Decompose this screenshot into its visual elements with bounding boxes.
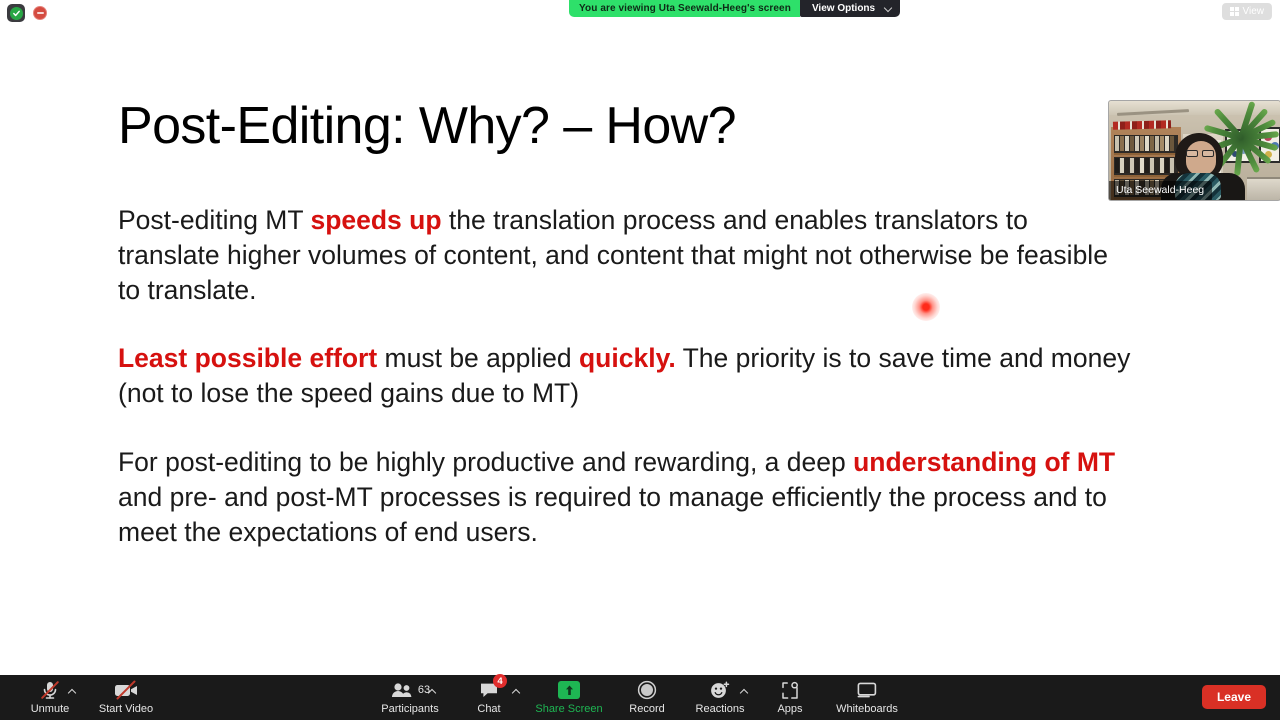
paragraph-2-text-middle: must be applied xyxy=(377,343,579,374)
reactions-chevron-up-icon[interactable] xyxy=(740,687,749,696)
chat-label: Chat xyxy=(477,703,501,715)
zoom-meeting-window: Post-Editing: Why? – How? Post-editing M… xyxy=(0,0,1280,720)
screen-share-banner: You are viewing Uta Seewald-Heeg's scree… xyxy=(569,0,901,17)
paragraph-1-text-before: Post-editing MT xyxy=(118,205,311,235)
laser-pointer-dot-icon xyxy=(912,293,940,321)
chat-unread-badge: 4 xyxy=(493,674,507,688)
shared-screen-slide: Post-Editing: Why? – How? Post-editing M… xyxy=(0,0,1280,675)
paragraph-3-text-after: and pre- and post-MT processes is requir… xyxy=(118,481,1107,547)
page-title: Post-Editing: Why? – How? xyxy=(118,97,737,155)
smiley-reaction-icon xyxy=(709,679,731,701)
chat-button[interactable]: 4 Chat xyxy=(453,674,525,720)
share-screen-up-arrow-icon xyxy=(558,679,580,701)
slide-paragraph-3: For post-editing to be highly productive… xyxy=(118,445,1132,549)
toolbar-left-group: Unmute Start Video xyxy=(12,675,164,720)
record-label: Record xyxy=(629,703,665,715)
record-button[interactable]: Record xyxy=(613,675,681,720)
apps-icon xyxy=(780,679,800,701)
leave-button[interactable]: Leave xyxy=(1201,685,1266,709)
video-camera-off-icon xyxy=(113,679,139,701)
microphone-muted-icon xyxy=(40,679,60,701)
apps-button[interactable]: Apps xyxy=(759,675,821,720)
paragraph-2-highlight-1: Least possible effort xyxy=(118,343,378,374)
meeting-status-icons xyxy=(0,0,120,26)
view-options-label: View Options xyxy=(811,3,876,14)
participant-name-label: Uta Seewald-Heeg xyxy=(1109,181,1213,200)
whiteboard-icon xyxy=(856,679,878,701)
view-options-button[interactable]: View Options xyxy=(799,0,901,17)
start-video-label: Start Video xyxy=(98,703,154,715)
share-screen-label: Share Screen xyxy=(535,703,603,715)
slide-paragraph-2: Least possible effort must be applied qu… xyxy=(118,341,1132,411)
grid-layout-icon xyxy=(1229,7,1239,16)
apps-label: Apps xyxy=(777,703,803,715)
whiteboards-label: Whiteboards xyxy=(836,703,898,715)
chevron-down-icon xyxy=(885,5,892,12)
reactions-button[interactable]: Reactions xyxy=(681,675,759,720)
recording-indicator-icon[interactable] xyxy=(33,6,47,20)
start-video-button[interactable]: Start Video xyxy=(88,675,164,720)
meeting-toolbar: Unmute Start Video 63 Participants 4 Cha… xyxy=(0,674,1280,720)
participants-chevron-up-icon[interactable] xyxy=(428,687,437,696)
reactions-label: Reactions xyxy=(695,703,745,715)
paragraph-3-highlight: understanding of MT xyxy=(853,446,1116,477)
paragraph-3-text-before: For post-editing to be highly productive… xyxy=(118,446,854,477)
participants-label: Participants xyxy=(381,703,439,715)
paragraph-2-highlight-2: quickly. xyxy=(579,343,676,374)
chat-chevron-up-icon[interactable] xyxy=(512,687,521,696)
chat-bubble-icon: 4 xyxy=(479,674,507,701)
slide-paragraph-1: Post-editing MT speeds up the translatio… xyxy=(118,203,1132,307)
whiteboards-button[interactable]: Whiteboards xyxy=(821,675,913,720)
viewing-banner-label: You are viewing Uta Seewald-Heeg's scree… xyxy=(569,0,800,17)
share-screen-button[interactable]: Share Screen xyxy=(525,675,613,720)
view-layout-label: View xyxy=(1242,6,1265,17)
participant-video-thumbnail[interactable]: Uta Seewald-Heeg xyxy=(1109,101,1280,200)
unmute-button[interactable]: Unmute xyxy=(12,675,88,720)
security-shield-button[interactable] xyxy=(7,4,25,22)
participants-button[interactable]: 63 Participants xyxy=(367,675,453,720)
toolbar-center-group: 63 Participants 4 Chat Share Screen Reco… xyxy=(0,674,1280,720)
slide-body: Post-editing MT speeds up the translatio… xyxy=(118,203,1132,549)
unmute-label: Unmute xyxy=(30,703,70,715)
record-circle-icon xyxy=(637,679,657,701)
view-layout-button[interactable]: View xyxy=(1221,3,1272,20)
security-shield-icon xyxy=(9,6,23,20)
paragraph-1-highlight: speeds up xyxy=(310,205,442,235)
participants-icon: 63 xyxy=(390,679,430,701)
audio-options-chevron-up-icon[interactable] xyxy=(68,687,77,696)
